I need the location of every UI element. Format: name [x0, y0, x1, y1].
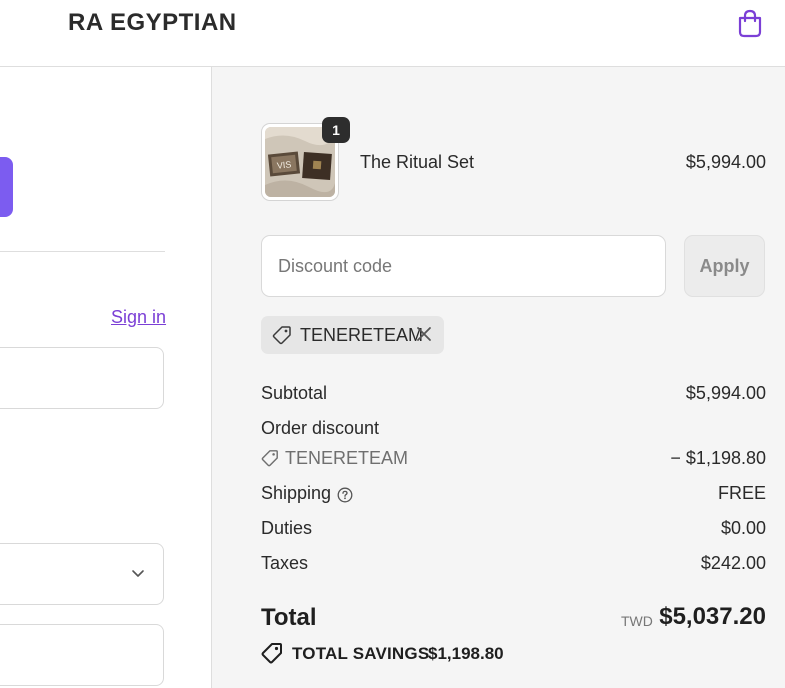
duties-value: $0.00 [720, 518, 766, 538]
help-circle-icon[interactable] [337, 487, 353, 503]
product-price: $5,994.00 [685, 152, 766, 172]
quantity-badge: 1 [322, 117, 350, 143]
order-discount-code: TENERETEAM [285, 448, 409, 468]
apply-button[interactable]: Apply [684, 235, 765, 297]
total-label: Total [261, 604, 317, 631]
brand-logo[interactable]: RA EGYPTIAN [68, 9, 237, 37]
email-field[interactable] [0, 347, 164, 409]
shopping-bag-icon[interactable] [736, 8, 764, 38]
chevron-down-icon [132, 570, 144, 577]
product-name: The Ritual Set [360, 152, 475, 172]
country-select[interactable] [0, 543, 164, 605]
applied-discount-chip: TENERETEAM [261, 316, 444, 354]
savings-tag-icon [261, 643, 282, 664]
order-summary-panel: VIS 1 The Ritual Set $5,994.00 Apply TEN… [211, 67, 785, 688]
name-field[interactable] [0, 624, 164, 686]
taxes-label: Taxes [261, 553, 309, 573]
subtotal-label: Subtotal [261, 383, 328, 403]
total-value: $5,037.20 [659, 603, 766, 630]
svg-text:VIS: VIS [276, 159, 291, 170]
express-checkout-button[interactable] [0, 157, 13, 217]
taxes-value: $242.00 [700, 553, 766, 573]
discount-tag-icon [261, 450, 278, 467]
shipping-label: Shipping [261, 483, 332, 503]
sign-in-link[interactable]: Sign in [111, 307, 166, 328]
checkout-form-panel: Sign in [0, 67, 211, 688]
total-savings-label: TOTAL SAVINGS [292, 644, 430, 663]
currency-code: TWD [621, 613, 653, 629]
discount-code-input[interactable] [276, 236, 640, 296]
subtotal-value: $5,994.00 [685, 383, 766, 403]
shipping-value: FREE [717, 483, 766, 503]
header: RA EGYPTIAN [0, 0, 785, 67]
duties-label: Duties [261, 518, 313, 538]
discount-code-field[interactable] [261, 235, 666, 297]
divider [0, 251, 165, 252]
applied-discount-code: TENERETEAM [300, 325, 424, 345]
remove-discount-icon[interactable] [416, 326, 432, 342]
total-savings-value: $1,198.80 [428, 644, 504, 663]
order-discount-value: − $1,198.80 [670, 448, 766, 468]
order-discount-label: Order discount [261, 418, 380, 438]
tag-icon [272, 326, 291, 345]
